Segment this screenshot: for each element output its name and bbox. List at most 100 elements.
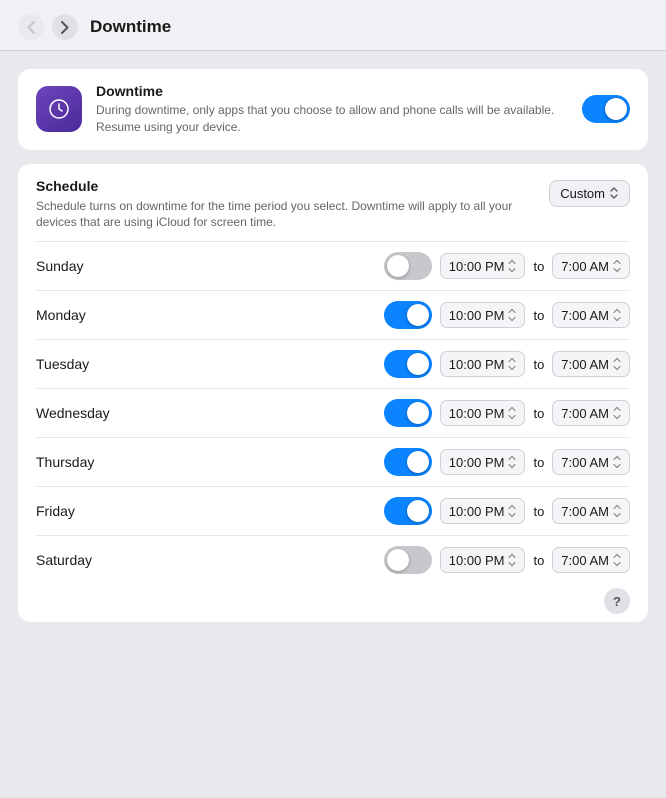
back-button[interactable] bbox=[18, 14, 44, 40]
to-label: to bbox=[533, 308, 544, 323]
to-time-arrows bbox=[613, 307, 621, 323]
from-time-value: 10:00 PM bbox=[449, 406, 505, 421]
from-time-sunday[interactable]: 10:00 PM bbox=[440, 253, 526, 279]
day-row: Sunday 10:00 PM to 7:00 AM bbox=[18, 242, 648, 290]
to-time-thursday[interactable]: 7:00 AM bbox=[552, 449, 630, 475]
day-controls: 10:00 PM to 7:00 AM bbox=[384, 399, 630, 427]
schedule-card: Schedule Schedule turns on downtime for … bbox=[18, 164, 648, 623]
to-time-arrows bbox=[613, 258, 621, 274]
day-label: Sunday bbox=[36, 258, 384, 274]
day-toggle-friday[interactable] bbox=[384, 497, 432, 525]
downtime-icon bbox=[36, 86, 82, 132]
schedule-desc: Schedule turns on downtime for the time … bbox=[36, 198, 549, 232]
toggle-thumb bbox=[407, 353, 429, 375]
to-time-saturday[interactable]: 7:00 AM bbox=[552, 547, 630, 573]
schedule-header: Schedule Schedule turns on downtime for … bbox=[18, 164, 648, 242]
day-toggle-wednesday[interactable] bbox=[384, 399, 432, 427]
from-time-friday[interactable]: 10:00 PM bbox=[440, 498, 526, 524]
from-time-arrows bbox=[508, 503, 516, 519]
day-label: Wednesday bbox=[36, 405, 384, 421]
day-controls: 10:00 PM to 7:00 AM bbox=[384, 301, 630, 329]
day-toggle-monday[interactable] bbox=[384, 301, 432, 329]
day-row: Thursday 10:00 PM to 7:00 AM bbox=[18, 438, 648, 486]
downtime-desc: During downtime, only apps that you choo… bbox=[96, 102, 568, 136]
help-button[interactable]: ? bbox=[604, 588, 630, 614]
to-time-value: 7:00 AM bbox=[561, 455, 609, 470]
toggle-thumb bbox=[605, 98, 627, 120]
from-time-value: 10:00 PM bbox=[449, 308, 505, 323]
day-controls: 10:00 PM to 7:00 AM bbox=[384, 350, 630, 378]
from-time-arrows bbox=[508, 356, 516, 372]
from-time-tuesday[interactable]: 10:00 PM bbox=[440, 351, 526, 377]
toggle-track bbox=[384, 448, 432, 476]
to-time-value: 7:00 AM bbox=[561, 308, 609, 323]
to-time-sunday[interactable]: 7:00 AM bbox=[552, 253, 630, 279]
from-time-wednesday[interactable]: 10:00 PM bbox=[440, 400, 526, 426]
to-time-arrows bbox=[613, 356, 621, 372]
toggle-track bbox=[384, 252, 432, 280]
from-time-value: 10:00 PM bbox=[449, 504, 505, 519]
from-time-arrows bbox=[508, 307, 516, 323]
toggle-track bbox=[384, 497, 432, 525]
day-controls: 10:00 PM to 7:00 AM bbox=[384, 497, 630, 525]
to-time-tuesday[interactable]: 7:00 AM bbox=[552, 351, 630, 377]
days-container: Sunday 10:00 PM to 7:00 AM Monday 10:00 … bbox=[18, 241, 648, 584]
day-toggle-saturday[interactable] bbox=[384, 546, 432, 574]
to-time-arrows bbox=[613, 552, 621, 568]
toggle-track bbox=[384, 350, 432, 378]
day-controls: 10:00 PM to 7:00 AM bbox=[384, 448, 630, 476]
from-time-arrows bbox=[508, 552, 516, 568]
to-label: to bbox=[533, 357, 544, 372]
toggle-thumb bbox=[407, 402, 429, 424]
toggle-thumb bbox=[387, 549, 409, 571]
toggle-track bbox=[384, 301, 432, 329]
day-row: Wednesday 10:00 PM to 7:00 AM bbox=[18, 389, 648, 437]
to-label: to bbox=[533, 455, 544, 470]
from-time-arrows bbox=[508, 454, 516, 470]
downtime-header-card: Downtime During downtime, only apps that… bbox=[18, 69, 648, 150]
schedule-title: Schedule bbox=[36, 178, 549, 194]
downtime-toggle[interactable] bbox=[582, 95, 630, 123]
toggle-track bbox=[582, 95, 630, 123]
schedule-header-left: Schedule Schedule turns on downtime for … bbox=[36, 178, 549, 232]
to-label: to bbox=[533, 406, 544, 421]
to-time-wednesday[interactable]: 7:00 AM bbox=[552, 400, 630, 426]
day-toggle-tuesday[interactable] bbox=[384, 350, 432, 378]
to-time-friday[interactable]: 7:00 AM bbox=[552, 498, 630, 524]
day-label: Monday bbox=[36, 307, 384, 323]
forward-button[interactable] bbox=[52, 14, 78, 40]
toggle-thumb bbox=[407, 500, 429, 522]
content-area: Downtime During downtime, only apps that… bbox=[0, 51, 666, 798]
from-time-thursday[interactable]: 10:00 PM bbox=[440, 449, 526, 475]
to-time-monday[interactable]: 7:00 AM bbox=[552, 302, 630, 328]
to-label: to bbox=[533, 504, 544, 519]
schedule-mode-label: Custom bbox=[560, 186, 605, 201]
to-time-value: 7:00 AM bbox=[561, 406, 609, 421]
day-label: Friday bbox=[36, 503, 384, 519]
to-time-arrows bbox=[613, 405, 621, 421]
from-time-saturday[interactable]: 10:00 PM bbox=[440, 547, 526, 573]
day-row: Friday 10:00 PM to 7:00 AM bbox=[18, 487, 648, 535]
day-row: Saturday 10:00 PM to 7:00 AM bbox=[18, 536, 648, 584]
downtime-description-area: Downtime During downtime, only apps that… bbox=[96, 83, 568, 136]
day-label: Thursday bbox=[36, 454, 384, 470]
downtime-title: Downtime bbox=[96, 83, 568, 99]
day-row: Tuesday 10:00 PM to 7:00 AM bbox=[18, 340, 648, 388]
schedule-mode-select[interactable]: Custom bbox=[549, 180, 630, 207]
from-time-value: 10:00 PM bbox=[449, 357, 505, 372]
to-time-value: 7:00 AM bbox=[561, 504, 609, 519]
to-label: to bbox=[533, 553, 544, 568]
day-toggle-thursday[interactable] bbox=[384, 448, 432, 476]
page-title: Downtime bbox=[90, 17, 171, 37]
to-time-arrows bbox=[613, 454, 621, 470]
toggle-thumb bbox=[387, 255, 409, 277]
day-toggle-sunday[interactable] bbox=[384, 252, 432, 280]
toggle-track bbox=[384, 399, 432, 427]
toggle-track bbox=[384, 546, 432, 574]
from-time-arrows bbox=[508, 405, 516, 421]
day-controls: 10:00 PM to 7:00 AM bbox=[384, 252, 630, 280]
from-time-monday[interactable]: 10:00 PM bbox=[440, 302, 526, 328]
from-time-arrows bbox=[508, 258, 516, 274]
to-time-value: 7:00 AM bbox=[561, 259, 609, 274]
day-label: Saturday bbox=[36, 552, 384, 568]
